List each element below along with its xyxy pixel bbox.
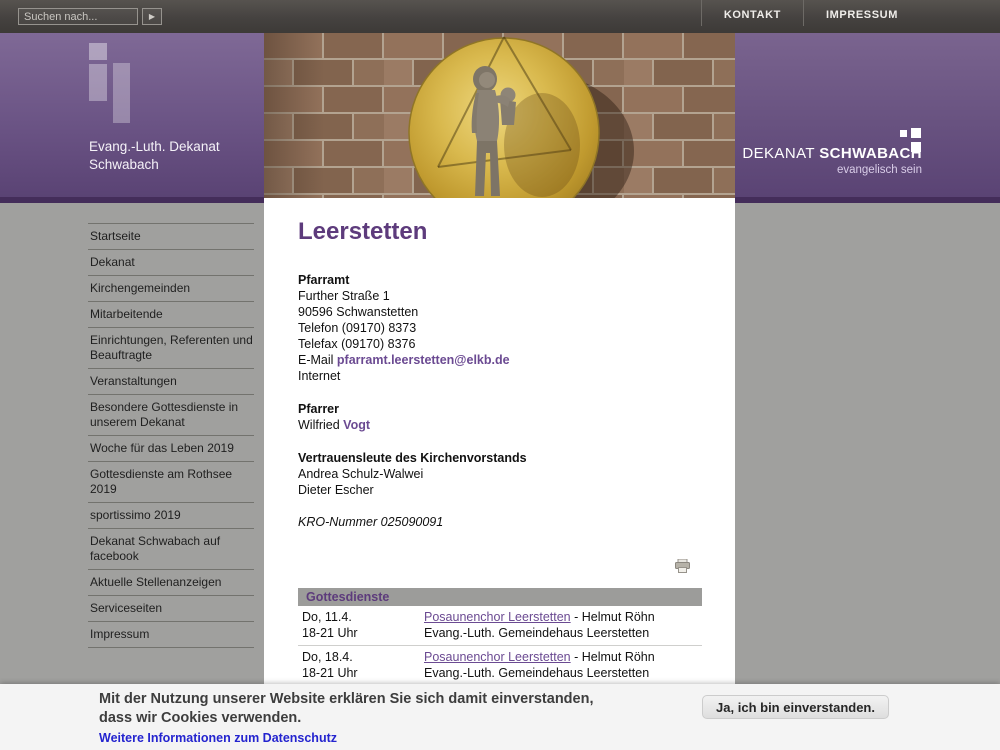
pfarramt-internet: Internet bbox=[298, 368, 702, 384]
impressum-link[interactable]: IMPRESSUM bbox=[803, 0, 920, 26]
site-name: Evang.-Luth. Dekanat Schwabach bbox=[89, 138, 220, 174]
sidebar-item-facebook[interactable]: Dekanat Schwabach auf facebook bbox=[88, 529, 254, 570]
brand-word-dekanat: DEKANAT bbox=[742, 145, 819, 162]
vertrauensleute-block: Vertrauensleute des Kirchenvorstands And… bbox=[298, 450, 702, 498]
cookie-message-line1: Mit der Nutzung unserer Website erklären… bbox=[99, 690, 593, 709]
pfarramt-city: 90596 Schwanstetten bbox=[298, 304, 702, 320]
sidebar-item-kirchengemeinden[interactable]: Kirchengemeinden bbox=[88, 276, 254, 302]
sidebar-item-startseite[interactable]: Startseite bbox=[88, 224, 254, 250]
services-heading: Gottesdienste bbox=[298, 588, 702, 606]
email-link[interactable]: pfarramt.leerstetten@elkb.de bbox=[337, 353, 510, 367]
vertrauensleute-name1: Andrea Schulz-Walwei bbox=[298, 466, 702, 482]
site-name-line2: Schwabach bbox=[89, 156, 220, 174]
cookie-accept-button[interactable]: Ja, ich bin einverstanden. bbox=[702, 695, 889, 719]
sidebar-item-serviceseiten[interactable]: Serviceseiten bbox=[88, 596, 254, 622]
printer-icon[interactable] bbox=[675, 559, 690, 578]
sidebar-item-stellenanzeigen[interactable]: Aktuelle Stellenanzeigen bbox=[88, 570, 254, 596]
service-leader: - Helmut Röhn bbox=[574, 610, 655, 624]
pfarrer-name-link[interactable]: Vogt bbox=[343, 418, 370, 432]
service-link[interactable]: Posaunenchor Leerstetten bbox=[424, 650, 571, 664]
email-label: E-Mail bbox=[298, 353, 337, 367]
sidebar-item-einrichtungen[interactable]: Einrichtungen, Referenten und Beauftragt… bbox=[88, 328, 254, 369]
header-right-panel: DEKANAT SCHWABACH evangelisch sein bbox=[735, 33, 1000, 203]
service-row: Do, 11.4. 18-21 Uhr Posaunenchor Leerste… bbox=[298, 606, 702, 646]
pfarrer-first-name: Wilfried bbox=[298, 418, 343, 432]
sidebar-nav: Startseite Dekanat Kirchengemeinden Mita… bbox=[88, 223, 254, 648]
service-leader: - Helmut Röhn bbox=[574, 650, 655, 664]
kontakt-link[interactable]: KONTAKT bbox=[701, 0, 803, 26]
main-content: Leerstetten Pfarramt Further Straße 1 90… bbox=[264, 198, 735, 750]
cookie-banner: Mit der Nutzung unserer Website erklären… bbox=[0, 684, 1000, 750]
brand-tagline: evangelisch sein bbox=[742, 164, 922, 176]
service-row: Do, 18.4. 18-21 Uhr Posaunenchor Leerste… bbox=[298, 646, 702, 686]
search-submit-icon[interactable]: ▶ bbox=[142, 8, 162, 25]
sidebar-item-besondere-gottesdienste[interactable]: Besondere Gottesdienste in unserem Dekan… bbox=[88, 395, 254, 436]
service-link[interactable]: Posaunenchor Leerstetten bbox=[424, 610, 571, 624]
pfarrer-block: Pfarrer Wilfried Vogt bbox=[298, 401, 702, 433]
service-time: 18-21 Uhr bbox=[302, 665, 420, 681]
pfarramt-street: Further Straße 1 bbox=[298, 288, 702, 304]
pfarramt-fax: Telefax (09170) 8376 bbox=[298, 336, 702, 352]
sidebar-item-mitarbeitende[interactable]: Mitarbeitende bbox=[88, 302, 254, 328]
service-date: Do, 11.4. bbox=[302, 609, 420, 625]
topbar-links: KONTAKT IMPRESSUM bbox=[701, 0, 920, 33]
sidebar-item-veranstaltungen[interactable]: Veranstaltungen bbox=[88, 369, 254, 395]
brand-word-schwabach: SCHWABACH bbox=[819, 145, 922, 162]
sidebar: Startseite Dekanat Kirchengemeinden Mita… bbox=[0, 203, 264, 750]
sidebar-item-sportissimo[interactable]: sportissimo 2019 bbox=[88, 503, 254, 529]
pfarramt-heading: Pfarramt bbox=[298, 273, 349, 287]
pfarrer-heading: Pfarrer bbox=[298, 402, 339, 416]
service-date: Do, 18.4. bbox=[302, 649, 420, 665]
search-area: ▶ bbox=[18, 8, 162, 25]
vertrauensleute-heading: Vertrauensleute des Kirchenvorstands bbox=[298, 451, 527, 465]
pfarramt-block: Pfarramt Further Straße 1 90596 Schwanst… bbox=[298, 272, 702, 384]
service-location: Evang.-Luth. Gemeindehaus Leerstetten bbox=[424, 665, 702, 681]
dekanat-logo-icon bbox=[89, 43, 134, 135]
kro-number: KRO-Nummer 025090091 bbox=[298, 515, 702, 529]
sidebar-item-woche-fuer-das-leben[interactable]: Woche für das Leben 2019 bbox=[88, 436, 254, 462]
pfarramt-phone: Telefon (09170) 8373 bbox=[298, 320, 702, 336]
search-input[interactable] bbox=[18, 8, 138, 25]
service-location: Evang.-Luth. Gemeindehaus Leerstetten bbox=[424, 625, 702, 641]
sidebar-item-impressum[interactable]: Impressum bbox=[88, 622, 254, 648]
header-left-panel: Evang.-Luth. Dekanat Schwabach bbox=[0, 33, 264, 203]
cookie-message-line2: dass wir Cookies verwenden. bbox=[99, 709, 593, 728]
page-title: Leerstetten bbox=[298, 218, 702, 246]
vertrauensleute-name2: Dieter Escher bbox=[298, 482, 702, 498]
sidebar-item-dekanat[interactable]: Dekanat bbox=[88, 250, 254, 276]
brand-wordmark: DEKANAT SCHWABACH evangelisch sein bbox=[742, 145, 922, 176]
topbar: ▶ KONTAKT IMPRESSUM bbox=[0, 0, 1000, 33]
service-time: 18-21 Uhr bbox=[302, 625, 420, 641]
header-photo-madonna-statue bbox=[264, 33, 735, 198]
cookie-message: Mit der Nutzung unserer Website erklären… bbox=[99, 690, 593, 728]
sidebar-item-gottesdienste-rothsee[interactable]: Gottesdienste am Rothsee 2019 bbox=[88, 462, 254, 503]
datenschutz-link[interactable]: Weitere Informationen zum Datenschutz bbox=[99, 731, 337, 745]
site-name-line1: Evang.-Luth. Dekanat bbox=[89, 138, 220, 156]
